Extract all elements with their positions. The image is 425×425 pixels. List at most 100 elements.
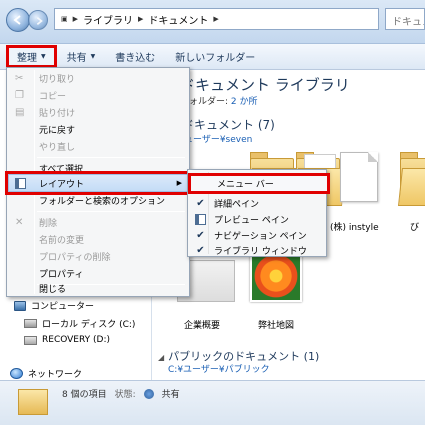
menu-label-paste: 貼り付け (39, 109, 76, 119)
state-label: 状態: (114, 390, 136, 400)
menu-item-delete[interactable]: ✕ 削除 (9, 214, 187, 231)
menu-item-copy[interactable]: ❐ コピー (9, 87, 187, 104)
menu-item-undo[interactable]: 元に戻す (9, 121, 187, 138)
library-icon: ▣ (61, 15, 68, 23)
file-label-map[interactable]: 弊社地図 (258, 318, 294, 331)
share-icon (143, 388, 154, 399)
scissors-icon: ✂ (15, 73, 24, 84)
burn-button[interactable]: 書き込む (105, 46, 165, 68)
menu-item-paste[interactable]: ▤ 貼り付け (9, 104, 187, 121)
layout-submenu: メニュー バー ✔ 詳細ペイン プレビュー ペイン ✔ ナビゲーション ペイン … (187, 169, 330, 259)
organize-menu: ✂ 切り取り ❐ コピー ▤ 貼り付け 元に戻す やり直し すべて選択 レイアウ… (5, 67, 192, 297)
share-label: 共有 (66, 53, 87, 64)
nav-label-network: ネットワーク (28, 370, 83, 380)
search-input[interactable]: ドキュメン (385, 8, 425, 30)
collapse-triangle-icon[interactable]: ◢ (158, 353, 164, 362)
state-value: 共有 (161, 390, 180, 400)
menu-label-delete: 削除 (39, 219, 58, 229)
menu-separator (37, 211, 185, 212)
checkmark-icon: ✔ (196, 245, 205, 256)
menu-label-remove-properties: プロパティの削除 (39, 253, 111, 263)
file-label-partial[interactable]: び (410, 220, 419, 233)
submenu-label-details-pane: 詳細ペイン (214, 200, 260, 210)
chevron-right-icon[interactable]: ▶ (73, 15, 78, 23)
menu-label-properties: プロパティ (39, 270, 84, 280)
menu-label-copy: コピー (39, 92, 67, 102)
menu-item-cut[interactable]: ✂ 切り取り (9, 70, 187, 87)
menu-label-redo: やり直し (39, 143, 76, 153)
group-header-documents[interactable]: ドキュメント (7) (182, 116, 275, 133)
menu-label-rename: 名前の変更 (39, 236, 85, 246)
paste-icon: ▤ (15, 107, 25, 118)
library-title: ドキュメント ライブラリ (180, 76, 350, 94)
menu-label-undo: 元に戻す (39, 126, 76, 136)
chevron-down-icon: ▼ (90, 53, 96, 60)
arrow-right-icon (36, 17, 43, 25)
network-icon (10, 368, 23, 379)
address-field[interactable]: ▣ ▶ ライブラリ ▶ ドキュメント ▶ (54, 8, 379, 30)
share-button[interactable]: 共有 ▼ (57, 46, 106, 68)
arrow-left-icon (13, 15, 21, 25)
menu-item-rename[interactable]: 名前の変更 (9, 231, 187, 248)
menu-label-cut: 切り取り (39, 75, 76, 85)
menu-label-close: 閉じる (39, 284, 67, 295)
submenu-label-menu-bar: メニュー バー (217, 180, 274, 190)
breadcrumb-libraries[interactable]: ライブラリ (83, 12, 133, 27)
chevron-down-icon: ▼ (41, 53, 46, 60)
submenu-item-menu-bar[interactable]: メニュー バー (188, 173, 330, 194)
menu-label-folder-options: フォルダーと検索のオプション (39, 197, 166, 207)
group-path-documents[interactable]: ューザー¥seven (184, 132, 252, 145)
submenu-label-preview-pane: プレビュー ペイン (214, 216, 289, 226)
submenu-label-library-pane: ライブラリ ウィンドウ (214, 247, 307, 257)
submenu-item-details-pane[interactable]: ✔ 詳細ペイン (190, 195, 324, 212)
menu-item-remove-properties[interactable]: プロパティの削除 (9, 248, 187, 265)
nav-label-local-disk: ローカル ディスク (C:) (42, 320, 136, 330)
nav-label-computer: コンピューター (31, 302, 95, 312)
organize-label: 整理 (17, 53, 37, 64)
menu-label-layout: レイアウト (39, 179, 85, 190)
nav-label-recovery: RECOVERY (D:) (42, 335, 111, 345)
submenu-item-library-pane[interactable]: ✔ ライブラリ ウィンドウ (190, 242, 324, 259)
includes-link[interactable]: 2 か所 (231, 97, 258, 107)
nav-item-local-disk[interactable]: ローカル ディスク (C:) (24, 317, 135, 330)
layout-icon (15, 178, 26, 189)
menu-item-folder-options[interactable]: フォルダーと検索のオプション (9, 192, 187, 209)
menu-item-redo[interactable]: やり直し (9, 138, 187, 155)
chevron-right-icon[interactable]: ▶ (138, 15, 143, 23)
menu-item-layout[interactable]: レイアウト ▶ (5, 171, 192, 195)
chevron-right-icon[interactable]: ▶ (213, 15, 218, 23)
new-folder-label: 新しいフォルダー (175, 53, 256, 64)
folder-icon (18, 389, 48, 415)
breadcrumb-documents[interactable]: ドキュメント (148, 12, 208, 27)
menu-item-close[interactable]: 閉じる (9, 280, 187, 296)
status-text: 8 個の項目 状態: 共有 (62, 387, 180, 400)
item-count: 8 個の項目 (62, 390, 107, 400)
nav-item-computer[interactable]: コンピューター (14, 299, 94, 312)
nav-item-recovery[interactable]: RECOVERY (D:) (24, 335, 110, 345)
burn-label: 書き込む (115, 53, 156, 64)
submenu-item-preview-pane[interactable]: プレビュー ペイン (190, 211, 324, 228)
back-button[interactable] (6, 8, 30, 32)
submenu-arrow-icon: ▶ (176, 179, 182, 187)
document-icon[interactable] (340, 152, 378, 202)
computer-icon (14, 300, 26, 311)
organize-button[interactable]: 整理 ▼ (6, 45, 57, 68)
status-bar: 8 個の項目 状態: 共有 (0, 380, 425, 425)
forward-button[interactable] (28, 10, 48, 30)
nav-item-network[interactable]: ネットワーク (10, 367, 82, 380)
group-path-public[interactable]: C:¥ユーザー¥パブリック (168, 362, 270, 375)
library-includes: フォルダー: 2 か所 (180, 94, 258, 107)
file-label-corp[interactable]: (株) instyle (330, 220, 379, 233)
checkmark-icon: ✔ (196, 198, 205, 209)
copy-icon: ❐ (15, 90, 24, 101)
new-folder-button[interactable]: 新しいフォルダー (165, 46, 265, 68)
address-bar-region: ▣ ▶ ライブラリ ▶ ドキュメント ▶ ドキュメン (0, 0, 425, 44)
file-label-outline[interactable]: 企業概要 (184, 318, 220, 331)
menu-separator (37, 157, 185, 158)
drive-icon (24, 335, 37, 345)
checkmark-icon: ✔ (196, 230, 205, 241)
delete-icon: ✕ (15, 217, 24, 228)
preview-pane-icon (195, 214, 206, 225)
submenu-label-navigation-pane: ナビゲーション ペイン (214, 232, 307, 242)
hard-drive-icon (24, 319, 37, 328)
